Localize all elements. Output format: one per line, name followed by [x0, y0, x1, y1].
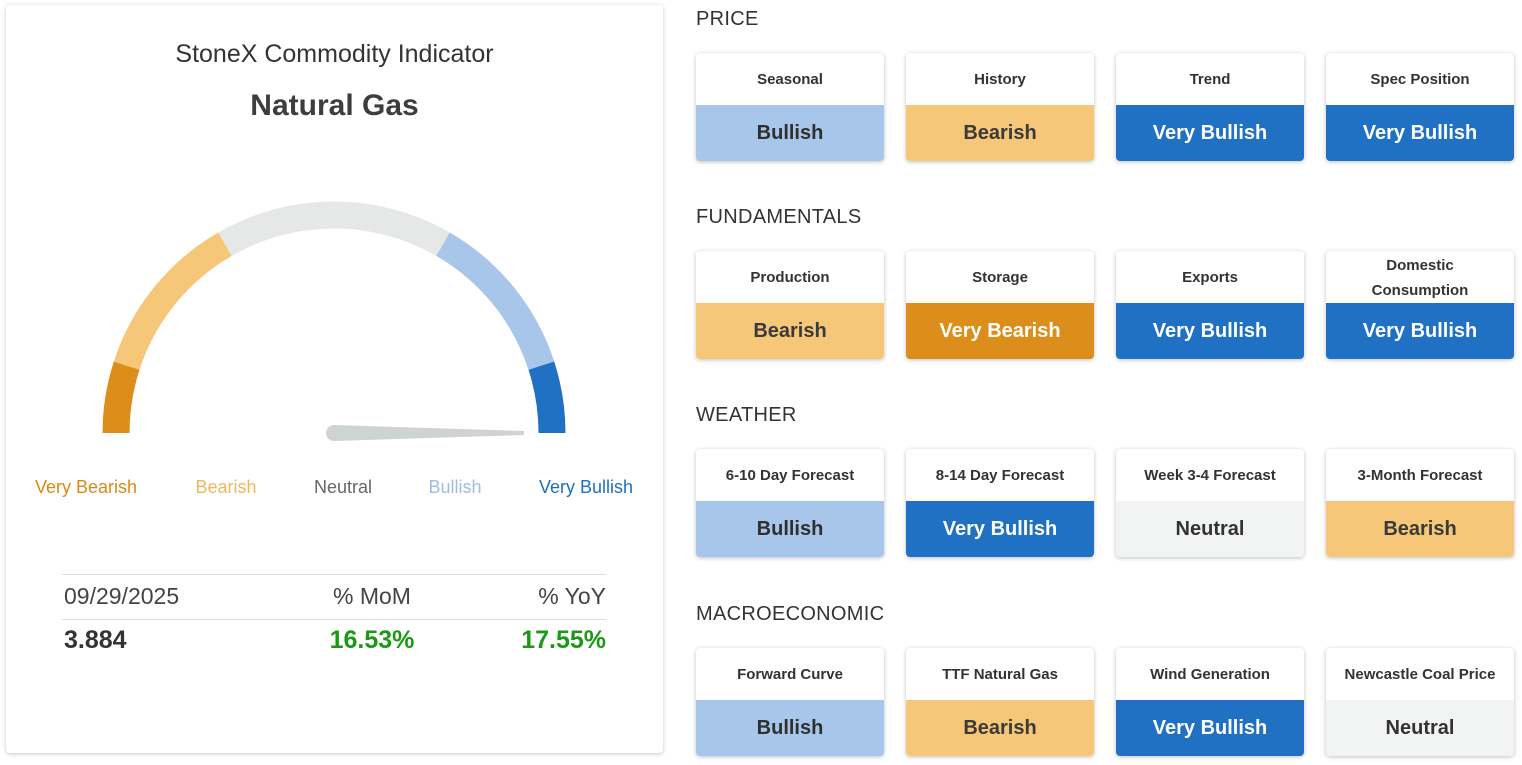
card-label: 6-10 Day Forecast [725, 467, 855, 484]
section-title-fundamentals: FUNDAMENTALS [696, 206, 862, 228]
card-status: Neutral [1326, 700, 1514, 756]
stats-yoy-header: % YoY [538, 583, 606, 609]
gauge-label-very-bullish: Very Bullish [538, 477, 634, 497]
card-exports[interactable]: Exports Very Bullish [1116, 251, 1304, 359]
card-status: Bearish [906, 105, 1094, 161]
indicator-panel: StoneX Commodity Indicator Natural Gas V… [6, 5, 663, 753]
card-status: Very Bullish [1326, 105, 1514, 161]
gauge-segment-bearish [113, 232, 232, 371]
card-status: Neutral [1116, 501, 1304, 557]
card-status: Bearish [696, 303, 884, 359]
card-status: Very Bearish [906, 303, 1094, 359]
card-spec-position[interactable]: Spec Position Very Bullish [1326, 53, 1514, 161]
card-status: Very Bullish [1326, 303, 1514, 359]
section-title-macroeconomic: MACROECONOMIC [696, 603, 885, 625]
card-storage[interactable]: Storage Very Bearish [906, 251, 1094, 359]
card-status: Bullish [696, 105, 884, 161]
card-label: History [974, 71, 1026, 88]
card-label: Newcastle Coal Price [1344, 666, 1496, 683]
sentiment-gauge [102, 201, 566, 441]
card-label: Trend [1189, 71, 1231, 88]
card-label: Exports [1182, 269, 1238, 286]
card-domestic-consumption[interactable]: Domestic Consumption Very Bullish [1326, 251, 1514, 359]
stats-header-row: 09/29/2025 % MoM % YoY [62, 574, 606, 620]
gauge-segment-bullish [436, 232, 555, 371]
card-newcastle-coal-price[interactable]: Newcastle Coal Price Neutral [1326, 648, 1514, 756]
card-ttf-natural-gas[interactable]: TTF Natural Gas Bearish [906, 648, 1094, 756]
card-label: Wind Generation [1150, 666, 1270, 683]
card-label: Production [750, 269, 830, 286]
section-title-price: PRICE [696, 8, 759, 30]
card-6-10-day-forecast[interactable]: 6-10 Day Forecast Bullish [696, 449, 884, 557]
card-status: Bearish [1326, 501, 1514, 557]
gauge-segment-neutral [218, 201, 450, 256]
card-label: Forward Curve [737, 666, 843, 683]
card-production[interactable]: Production Bearish [696, 251, 884, 359]
stats-mom-header: % MoM [333, 583, 411, 609]
stats-values-row: 3.884 16.53% 17.55% [62, 620, 606, 664]
gauge-segment-very-bullish [528, 361, 566, 434]
card-label: Domestic Consumption [1371, 256, 1469, 299]
gauge-segment-very-bearish [102, 361, 140, 434]
card-status: Bearish [906, 700, 1094, 756]
card-status: Very Bullish [1116, 105, 1304, 161]
price-stats: 09/29/2025 % MoM % YoY 3.884 16.53% 17.5… [62, 574, 606, 664]
card-seasonal[interactable]: Seasonal Bullish [696, 53, 884, 161]
gauge-label-very-bearish: Very Bearish [34, 477, 138, 497]
gauge-needle [326, 425, 524, 441]
stats-date: 09/29/2025 [64, 583, 180, 609]
card-status: Bullish [696, 501, 884, 557]
card-wind-generation[interactable]: Wind Generation Very Bullish [1116, 648, 1304, 756]
card-label: 3-Month Forecast [1357, 467, 1483, 484]
card-history[interactable]: History Bearish [906, 53, 1094, 161]
section-title-weather: WEATHER [696, 404, 797, 426]
card-label: Seasonal [757, 71, 823, 88]
stats-mom-value: 16.53% [329, 626, 415, 654]
card-week-3-4-forecast[interactable]: Week 3-4 Forecast Neutral [1116, 449, 1304, 557]
stats-yoy-value: 17.55% [521, 626, 606, 654]
card-forward-curve[interactable]: Forward Curve Bullish [696, 648, 884, 756]
card-label: Week 3-4 Forecast [1144, 467, 1276, 484]
card-status: Bullish [696, 700, 884, 756]
card-label: TTF Natural Gas [942, 666, 1058, 683]
card-trend[interactable]: Trend Very Bullish [1116, 53, 1304, 161]
card-3-month-forecast[interactable]: 3-Month Forecast Bearish [1326, 449, 1514, 557]
card-label: Spec Position [1370, 71, 1470, 88]
stats-price: 3.884 [64, 626, 127, 654]
card-label: 8-14 Day Forecast [935, 467, 1065, 484]
card-status: Very Bullish [906, 501, 1094, 557]
card-status: Very Bullish [1116, 700, 1304, 756]
card-8-14-day-forecast[interactable]: 8-14 Day Forecast Very Bullish [906, 449, 1094, 557]
gauge-label-bullish: Bullish [428, 477, 482, 497]
card-label: Storage [972, 269, 1028, 286]
card-status: Very Bullish [1116, 303, 1304, 359]
